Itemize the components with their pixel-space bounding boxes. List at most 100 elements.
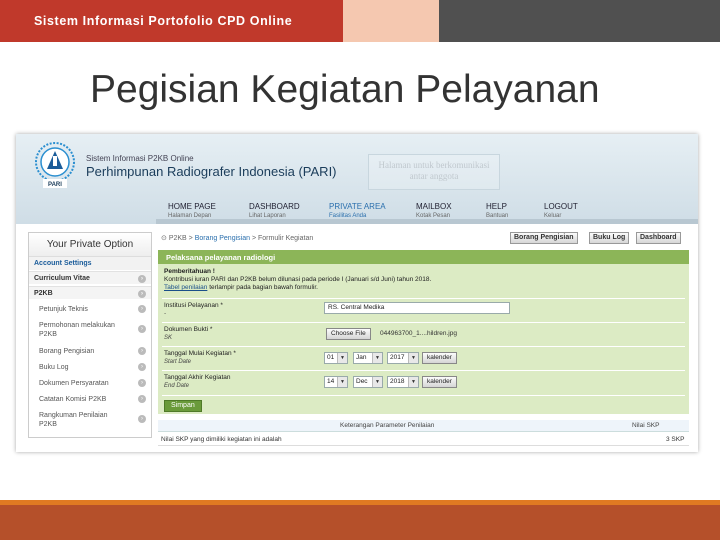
dokumen-label-text: Dokumen Bukti *	[164, 326, 213, 333]
activity-form: Pelaksana pelayanan radiologi Pemberitah…	[158, 250, 689, 414]
start-year-select[interactable]: 2017 ▼	[387, 352, 419, 364]
end-month-select[interactable]: Dec ▼	[353, 376, 383, 388]
sidebar-item-label: Permohonan melakukan P2KB	[39, 322, 115, 338]
nav-dashboard[interactable]: DASHBOARD Lihat Laporan	[249, 202, 300, 219]
org-subtitle: Sistem Informasi P2KB Online	[86, 154, 194, 163]
nav-label: HELP	[486, 202, 507, 211]
start-day-select[interactable]: 01 ▼	[324, 352, 348, 364]
borang-pengisian-button[interactable]: Borang Pengisian	[510, 232, 578, 244]
sidebar-item-rangkuman[interactable]: Rangkuman Penilaian P2KB	[29, 411, 119, 429]
notice-text: Kontribusi iuran PARI dan P2KB belum dil…	[164, 276, 432, 283]
sidebar-curriculum-vitae[interactable]: Curriculum Vitae ›	[29, 271, 151, 284]
institusi-label-text: Institusi Pelayanan *	[164, 302, 223, 309]
sidebar-item-buku-log[interactable]: Buku Log ›	[29, 363, 151, 372]
band-title: Sistem Informasi Portofolio CPD Online	[34, 14, 293, 28]
sidebar-title: Your Private Option	[29, 233, 151, 257]
end-year-select[interactable]: 2018 ▼	[387, 376, 419, 388]
nav-label: PRIVATE AREA	[329, 202, 386, 211]
breadcrumb-p2kb[interactable]: P2KB	[169, 235, 187, 242]
col-nilai-skp: Nilai SKP	[632, 422, 660, 429]
welcome-box: Halaman untuk berkomunikasi antar anggot…	[368, 154, 500, 190]
mulai-label: Tanggal Mulai Kegiatan * Start Date	[164, 350, 236, 366]
start-kalender-button[interactable]: kalender	[422, 352, 457, 364]
tabel-penilaian-link[interactable]: Tabel penilaian	[164, 284, 207, 291]
end-kalender-button[interactable]: kalender	[422, 376, 457, 388]
sidebar-account-settings[interactable]: Account Settings	[29, 257, 151, 270]
dashboard-button[interactable]: Dashboard	[636, 232, 681, 244]
form-divider	[162, 346, 685, 347]
sidebar-item-permohonan[interactable]: Permohonan melakukan P2KB	[29, 321, 129, 339]
bottom-band-rust	[0, 505, 720, 540]
breadcrumb-borang[interactable]: Borang Pengisian	[195, 235, 250, 242]
form-divider	[162, 298, 685, 299]
arrow-icon: ›	[138, 305, 146, 313]
nav-label: MAILBOX	[416, 202, 452, 211]
sidebar-item-label: Dokumen Persyaratan	[39, 380, 109, 387]
score-table: Keterangan Parameter Penilaian Nilai SKP…	[158, 420, 689, 450]
mulai-sublabel: Start Date	[164, 359, 192, 365]
sidebar: Your Private Option Account Settings Cur…	[28, 232, 152, 438]
arrow-icon: ›	[138, 347, 146, 355]
form-divider	[162, 370, 685, 371]
table-header: Keterangan Parameter Penilaian Nilai SKP	[158, 420, 689, 432]
nav-divider	[156, 219, 698, 224]
col-parameter: Keterangan Parameter Penilaian	[340, 422, 435, 429]
pari-logo-icon[interactable]: PARI	[30, 140, 80, 190]
breadcrumb: ⊙ P2KB > Borang Pengisian > Formulir Keg…	[161, 234, 313, 242]
sidebar-item-borang-pengisian[interactable]: Borang Pengisian ›	[29, 347, 151, 356]
sidebar-item-label: Buku Log	[39, 364, 69, 371]
sidebar-item-catatan-komisi[interactable]: Catatan Komisi P2KB ›	[29, 395, 151, 404]
logo-text: PARI	[48, 182, 62, 188]
nav-logout[interactable]: LOGOUT Keluar	[544, 202, 578, 219]
dokumen-label: Dokumen Bukti * SK	[164, 326, 212, 342]
notice-text-2: terlampir pada bagian bawah formulir.	[209, 284, 318, 291]
form-divider	[162, 395, 685, 396]
choose-file-button[interactable]: Choose File	[326, 328, 371, 340]
notice: Pemberitahuan ! Kontribusi iuran PARI da…	[164, 268, 431, 292]
akhir-label-text: Tanggal Akhir Kegiatan	[164, 374, 231, 381]
breadcrumb-sep: >	[188, 235, 193, 242]
site-header: PARI Sistem Informasi P2KB Online Perhim…	[16, 134, 698, 224]
institusi-input[interactable]: RS. Central Medika	[324, 302, 510, 314]
start-month-select[interactable]: Jan ▼	[353, 352, 383, 364]
sidebar-item-petunjuk-teknis[interactable]: Petunjuk Teknis ›	[29, 305, 151, 314]
file-name: 044963700_1....hildren.jpg	[380, 330, 457, 337]
breadcrumb-sep: >	[251, 235, 257, 242]
buku-log-button[interactable]: Buku Log	[589, 232, 630, 244]
arrow-icon: ›	[138, 325, 146, 333]
end-year-value: 2018	[390, 378, 405, 385]
akhir-sublabel: End Date	[164, 383, 190, 389]
sidebar-p2kb[interactable]: P2KB ›	[29, 286, 151, 299]
org-name: Perhimpunan Radiografer Indonesia (PARI)	[86, 164, 337, 179]
sidebar-item-label: Curriculum Vitae	[34, 275, 90, 282]
akhir-label: Tanggal Akhir Kegiatan End Date	[164, 374, 231, 390]
arrow-icon: ›	[138, 395, 146, 403]
end-day-value: 14	[327, 378, 335, 385]
sidebar-item-label: Petunjuk Teknis	[39, 306, 88, 313]
arrow-icon: ›	[138, 363, 146, 371]
nav-private-area[interactable]: PRIVATE AREA Fasilitas Anda	[329, 202, 386, 219]
sidebar-item-dokumen-persyaratan[interactable]: Dokumen Persyaratan ›	[29, 379, 151, 388]
dokumen-sublabel: SK	[164, 335, 173, 341]
nav-label: LOGOUT	[544, 202, 578, 211]
sidebar-item-label: P2KB	[34, 290, 53, 297]
nav-home-page[interactable]: HOME PAGE Halaman Depan	[168, 202, 216, 219]
nav-label: DASHBOARD	[249, 202, 300, 211]
sidebar-item-label: Catatan Komisi P2KB	[39, 396, 107, 403]
end-month-value: Dec	[356, 378, 368, 385]
nav-mailbox[interactable]: MAILBOX Kotak Pesan	[416, 202, 452, 219]
top-band-gray	[439, 0, 720, 42]
table-row: Nilai SKP yang dimiliki kegiatan ini ada…	[158, 434, 689, 446]
notice-title: Pemberitahuan !	[164, 268, 215, 275]
row-value: 3 SKP	[666, 436, 685, 443]
nav-help[interactable]: HELP Bantuan	[486, 202, 508, 219]
chevron-down-icon: ▼	[408, 353, 418, 363]
chevron-down-icon: ▼	[337, 377, 347, 387]
arrow-icon: ›	[138, 415, 146, 423]
start-year-value: 2017	[390, 354, 405, 361]
sidebar-item-label: Rangkuman Penilaian P2KB	[39, 412, 108, 428]
web-screenshot: PARI Sistem Informasi P2KB Online Perhim…	[16, 134, 698, 452]
end-day-select[interactable]: 14 ▼	[324, 376, 348, 388]
chevron-down-icon: ▼	[372, 377, 382, 387]
save-button[interactable]: Simpan	[164, 400, 202, 412]
